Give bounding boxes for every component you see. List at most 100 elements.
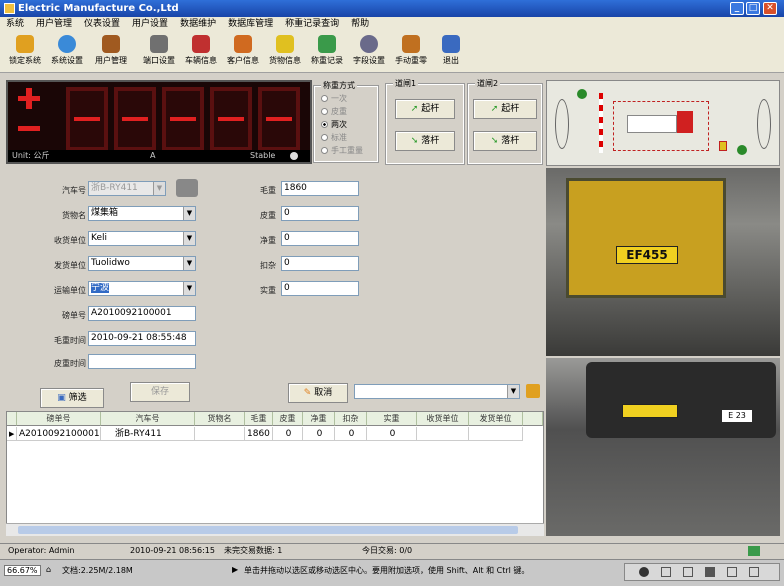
save-button[interactable]: 保存 [130, 382, 190, 402]
tool-hint: 单击并拖动以选区或移动选区中心。要用附加选项，使用 Shift、Alt 和 Ct… [244, 566, 530, 575]
chevron-down-icon: ▼ [183, 207, 195, 220]
records-grid: 磅单号 汽车号 货物名 毛重 皮重 净重 扣杂 实重 收货单位 发货单位 ▶ A… [6, 411, 544, 536]
goods-icon [276, 35, 294, 53]
table-row-net[interactable]: 0 [303, 427, 335, 441]
table-row-ticket[interactable]: A2010092100001 [17, 427, 101, 441]
toolbar-vehicle-info[interactable]: 车辆信息 [182, 33, 220, 71]
horizontal-scrollbar[interactable] [6, 523, 544, 536]
toolbar-port-settings[interactable]: 端口设置 [140, 33, 178, 71]
table-row-gross[interactable]: 1860 [245, 427, 273, 441]
app-icon [4, 3, 15, 14]
radio-tare[interactable]: 皮重 [321, 106, 347, 117]
carrier-select[interactable]: 宁波 ▼ [88, 281, 196, 296]
grid-header-deduct[interactable]: 扣杂 [335, 412, 367, 426]
table-row-plate[interactable]: 浙B-RY411 [101, 427, 195, 441]
gate1-title: 道闸1 [393, 78, 419, 89]
radio-twice[interactable]: 两次 [321, 119, 347, 130]
gate1-lower-button[interactable]: ➘ 落杆 [395, 131, 455, 151]
toolbar-weigh-records[interactable]: 称重记录 [308, 33, 346, 71]
menu-item-system[interactable]: 系统 [0, 17, 30, 31]
gate1-raise-button[interactable]: ➚ 起杆 [395, 99, 455, 119]
toolbar-customer-info[interactable]: 客户信息 [224, 33, 262, 71]
grid-header-shipper[interactable]: 发货单位 [469, 412, 523, 426]
filter-button[interactable]: ▣ 筛选 [40, 388, 104, 408]
gate2-lower-button[interactable]: ➘ 落杆 [473, 131, 537, 151]
grid-header-gross[interactable]: 毛重 [245, 412, 273, 426]
menu-item-data-maint[interactable]: 数据维护 [174, 17, 222, 31]
records-icon [318, 35, 336, 53]
grid-header-ticket[interactable]: 磅单号 [17, 412, 101, 426]
radio-once[interactable]: 一次 [321, 93, 347, 104]
unfinished-status: 未完交易数据: 1 [224, 546, 283, 555]
grid-header-receiver[interactable]: 收货单位 [417, 412, 469, 426]
chevron-down-icon: ▼ [183, 282, 195, 295]
gate-marker [719, 141, 727, 151]
menu-item-user-mgmt[interactable]: 用户管理 [30, 17, 78, 31]
toolbar-goods-info[interactable]: 货物信息 [266, 33, 304, 71]
tray-icon-5[interactable] [727, 567, 737, 577]
radio-manual-weight[interactable]: 手工重量 [321, 145, 363, 156]
zoom-level[interactable]: 66.67% [4, 565, 41, 576]
menu-item-weigh-query[interactable]: 称重记录查询 [279, 17, 345, 31]
toolbar-system-settings[interactable]: 系统设置 [48, 33, 86, 71]
toolbar-field-settings[interactable]: 字段设置 [350, 33, 388, 71]
tare-field[interactable]: 0 [281, 206, 359, 221]
actual-field[interactable]: 0 [281, 281, 359, 296]
table-row-receiver[interactable] [417, 427, 469, 441]
radio-standard[interactable]: 标准 [321, 132, 347, 143]
plate-select[interactable]: 浙B-RY411 ▼ [88, 181, 166, 196]
minimize-button[interactable]: _ [730, 2, 744, 15]
gross-field[interactable]: 1860 [281, 181, 359, 196]
toolbar-user-mgmt[interactable]: 用户管理 [92, 33, 130, 71]
table-row-deduct[interactable]: 0 [335, 427, 367, 441]
deduct-field[interactable]: 0 [281, 256, 359, 271]
net-field[interactable]: 0 [281, 231, 359, 246]
grid-header-net[interactable]: 净重 [303, 412, 335, 426]
minus-sign [18, 126, 40, 131]
grid-header-plate[interactable]: 汽车号 [101, 412, 195, 426]
menu-item-database[interactable]: 数据库管理 [222, 17, 279, 31]
chevron-down-icon: ▼ [183, 257, 195, 270]
table-row-tare[interactable]: 0 [273, 427, 303, 441]
scroll-thumb[interactable] [18, 526, 518, 534]
actual-label: 实重 [260, 286, 276, 295]
window-title: Electric Manufacture Co.,Ltd [18, 3, 179, 14]
receiver-select[interactable]: Keli ▼ [88, 231, 196, 246]
grid-header-tare[interactable]: 皮重 [273, 412, 303, 426]
tray-icon-3[interactable] [683, 567, 693, 577]
tray-icon-4[interactable] [705, 567, 715, 577]
menu-item-help[interactable]: 帮助 [345, 17, 375, 31]
tray-icon-1[interactable] [639, 567, 649, 577]
card-reader-icon[interactable] [176, 179, 198, 197]
weigh-mode-group: 称重方式 一次 皮重 两次 标准 手工重量 [313, 80, 379, 163]
tare-time-field[interactable] [88, 354, 196, 369]
voice-select[interactable]: ▼ [354, 384, 520, 399]
toolbar-lock-system[interactable]: 锁定系统 [6, 33, 44, 71]
gross-time-field[interactable]: 2010-09-21 08:55:48 [88, 331, 196, 346]
traffic-light-icon-2 [737, 145, 747, 155]
ticket-field[interactable]: A2010092100001 [88, 306, 196, 321]
table-row-actual[interactable]: 0 [367, 427, 417, 441]
menu-item-instrument[interactable]: 仪表设置 [78, 17, 126, 31]
globe-settings-icon [58, 35, 76, 53]
grid-row-header [7, 412, 17, 426]
grid-header-goods[interactable]: 货物名 [195, 412, 245, 426]
speaker-icon[interactable] [526, 384, 540, 398]
status-bar: Operator: Admin 2010-09-21 08:56:15 未完交易… [0, 543, 784, 557]
table-row-shipper[interactable] [469, 427, 523, 441]
maximize-button[interactable]: □ [746, 2, 760, 15]
toolbar-exit[interactable]: 退出 [436, 33, 466, 71]
shipper-select[interactable]: Tuolidwo ▼ [88, 256, 196, 271]
tray-icon-2[interactable] [661, 567, 671, 577]
grid-header-actual[interactable]: 实重 [367, 412, 417, 426]
close-button[interactable]: ✕ [763, 2, 777, 15]
toolbar-manual-zero[interactable]: 手动重零 [392, 33, 430, 71]
menu-item-user-settings[interactable]: 用户设置 [126, 17, 174, 31]
cancel-button[interactable]: ✎ 取消 [288, 383, 348, 403]
manual-zero-icon [402, 35, 420, 53]
channel-label: A [150, 151, 156, 160]
table-row-goods[interactable] [195, 427, 245, 441]
gate2-raise-button[interactable]: ➚ 起杆 [473, 99, 537, 119]
goods-select[interactable]: 煤集箱 ▼ [88, 206, 196, 221]
tray-icon-6[interactable] [749, 567, 759, 577]
